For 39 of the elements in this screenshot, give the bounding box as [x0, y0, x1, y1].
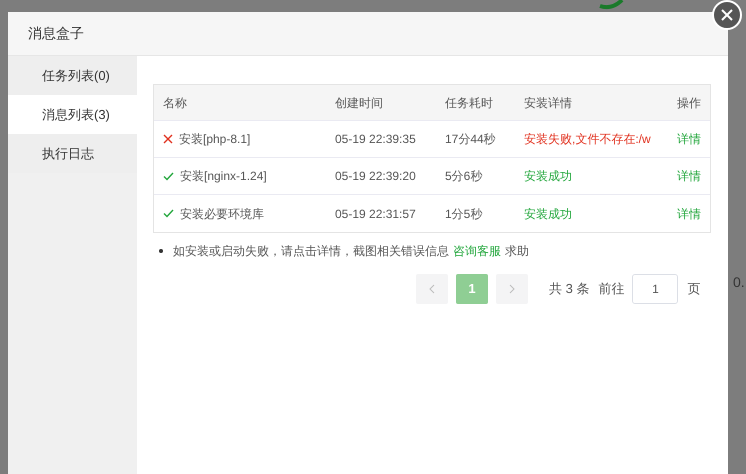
- close-icon: [721, 9, 733, 21]
- details-link[interactable]: 详情: [677, 204, 701, 222]
- column-header: 任务耗时: [445, 94, 494, 112]
- prev-page-button[interactable]: [416, 274, 448, 304]
- sidebar-item[interactable]: 消息列表(3): [8, 95, 137, 134]
- table-cell-text: 17分44秒: [445, 131, 497, 148]
- details-link[interactable]: 详情: [677, 130, 701, 148]
- table-cell-text: 安装成功: [524, 168, 573, 185]
- table-cell-text: 05-19 22:39:20: [335, 168, 417, 185]
- table-cell-text: 安装失败,文件不存在:/w: [524, 131, 652, 148]
- column-header: 操作: [676, 94, 701, 112]
- table-cell-text: 5分6秒: [445, 168, 484, 185]
- page-button[interactable]: 1: [456, 274, 488, 304]
- close-button[interactable]: [712, 0, 742, 30]
- chevron-right-icon: [509, 284, 515, 294]
- total-count: 共 3 条: [549, 280, 590, 298]
- details-link[interactable]: 详情: [677, 167, 701, 185]
- page-input[interactable]: 1: [632, 274, 678, 304]
- table-cell-text: 安装[php-8.1]: [179, 131, 250, 148]
- goto-label: 前往: [598, 280, 624, 298]
- dialog-title: 消息盒子: [28, 24, 84, 43]
- column-header: 创建时间: [335, 94, 384, 112]
- table-cell-text: 安装必要环境库: [180, 206, 264, 222]
- arc-drawing: [598, 0, 624, 10]
- note-text: 求助: [505, 243, 529, 260]
- table-cell-text: 05-19 22:39:35: [335, 131, 417, 148]
- table-cell-text: 安装[nginx-1.24]: [180, 168, 267, 185]
- page-unit: 页: [687, 280, 700, 298]
- bullet-icon: [159, 249, 163, 253]
- column-header: 名称: [163, 94, 188, 112]
- chevron-left-icon: [429, 284, 435, 294]
- table-cell-text: 安装成功: [524, 206, 573, 222]
- next-page-button[interactable]: [496, 274, 528, 304]
- table-cell-text: 05-19 22:31:57: [335, 206, 417, 222]
- background-text: 0.: [733, 273, 745, 292]
- table-cell-text: 1分5秒: [445, 206, 484, 222]
- column-header: 安装详情: [524, 94, 573, 112]
- support-link[interactable]: 咨询客服: [453, 242, 501, 260]
- note-text: 如安装或启动失败，请点击详情，截图相关错误信息: [173, 243, 449, 260]
